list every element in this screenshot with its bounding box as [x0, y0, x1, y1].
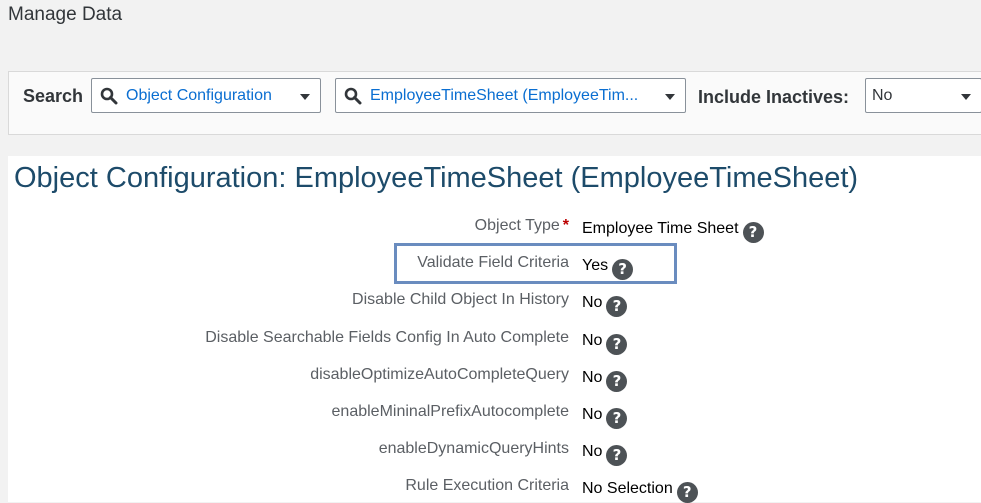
field-label: Disable Searchable Fields Config In Auto…: [205, 329, 569, 346]
object-type-value: Object Configuration: [126, 87, 272, 104]
help-icon[interactable]: ?: [606, 408, 628, 429]
search-label: Search: [23, 86, 84, 106]
object-instance-combo[interactable]: EmployeeTimeSheet (EmployeeTim...: [335, 78, 686, 113]
include-inactives-value: No: [872, 87, 893, 104]
field-label: disableOptimizeAutoCompleteQuery: [310, 366, 569, 383]
field-row-disable-searchable-fields: Disable Searchable Fields Config In Auto…: [8, 324, 981, 355]
chevron-down-icon[interactable]: [961, 94, 971, 100]
search-icon: [344, 87, 362, 105]
field-row-disable-optimize-autocomplete: disableOptimizeAutoCompleteQuery No?: [8, 361, 981, 392]
object-instance-value: EmployeeTimeSheet (EmployeeTim...: [370, 87, 639, 104]
search-bar: Search Object Configuration EmployeeTime…: [8, 71, 981, 135]
help-icon[interactable]: ?: [606, 371, 628, 392]
highlight-box: [394, 243, 677, 284]
field-label: Object Type *: [474, 217, 569, 234]
field-row-rule-execution-criteria: Rule Execution Criteria No Selection?: [8, 472, 981, 503]
include-inactives-label: Include Inactives:: [698, 87, 850, 107]
field-row-enable-minimal-prefix: enableMininalPrefixAutocomplete No?: [8, 398, 981, 429]
field-label: Rule Execution Criteria: [405, 477, 569, 494]
required-marker: *: [562, 217, 569, 234]
object-detail-panel: Object Configuration: EmployeeTimeSheet …: [8, 156, 981, 503]
help-icon[interactable]: ?: [676, 482, 698, 503]
chevron-down-icon[interactable]: [300, 94, 310, 100]
field-value: Employee Time Sheet?: [582, 220, 764, 243]
help-icon[interactable]: ?: [606, 445, 628, 466]
field-row-disable-child-object-in-history: Disable Child Object In History No?: [8, 286, 981, 317]
object-title: Object Configuration: EmployeeTimeSheet …: [14, 162, 859, 194]
chevron-down-icon[interactable]: [665, 94, 675, 100]
help-icon[interactable]: ?: [606, 334, 628, 355]
field-value: No?: [582, 443, 628, 466]
help-icon[interactable]: ?: [606, 296, 628, 317]
object-type-combo[interactable]: Object Configuration: [91, 78, 321, 113]
field-row-enable-dynamic-query-hints: enableDynamicQueryHints No?: [8, 435, 981, 466]
field-value: No?: [582, 406, 628, 429]
field-value: No?: [582, 369, 628, 392]
search-icon: [100, 87, 118, 105]
field-row-object-type: Object Type * Employee Time Sheet?: [8, 212, 981, 243]
field-value: No?: [582, 332, 628, 355]
field-value: No?: [582, 294, 628, 317]
page-title: Manage Data: [8, 4, 123, 25]
include-inactives-select[interactable]: No: [865, 78, 981, 113]
field-label: enableDynamicQueryHints: [378, 440, 569, 457]
field-value: No Selection?: [582, 480, 698, 503]
help-icon[interactable]: ?: [742, 222, 764, 243]
field-label: Disable Child Object In History: [352, 291, 569, 308]
field-label: enableMininalPrefixAutocomplete: [331, 403, 569, 420]
